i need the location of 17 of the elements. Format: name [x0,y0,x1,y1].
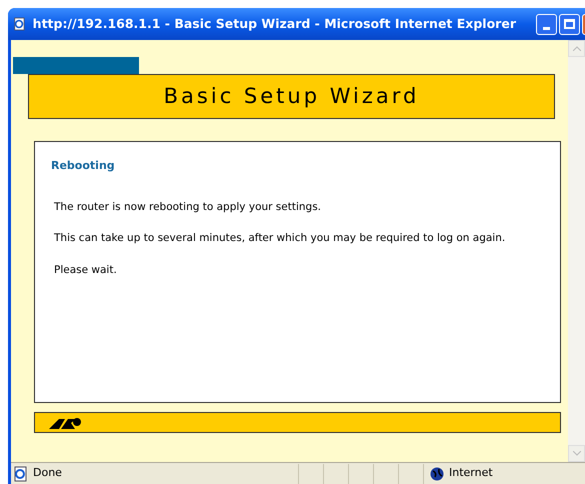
scroll-up-icon[interactable] [568,40,585,57]
page-icon [13,466,29,482]
globe-icon [430,466,444,480]
logo-icon [49,416,83,428]
scrollbar[interactable] [568,40,585,462]
status-text: Done [33,465,63,482]
page-icon [13,16,27,32]
maximize-button[interactable] [559,14,580,34]
zone-text: Internet [449,465,493,482]
message-text: The router is now rebooting to apply your settings. [54,200,322,214]
scroll-down-icon[interactable] [568,445,585,462]
window-title: http://192.168.1.1 - Basic Setup Wizard - Microsoft Internet Explorer [32,14,516,33]
minimize-button[interactable] [536,14,557,34]
banner-title: Basic Setup Wizard [164,82,420,110]
message-text: This can take up to several minutes, after which you may be required to log on again. [54,231,506,246]
message-text: Please wait. [54,263,118,278]
panel-heading: Rebooting [51,158,116,174]
